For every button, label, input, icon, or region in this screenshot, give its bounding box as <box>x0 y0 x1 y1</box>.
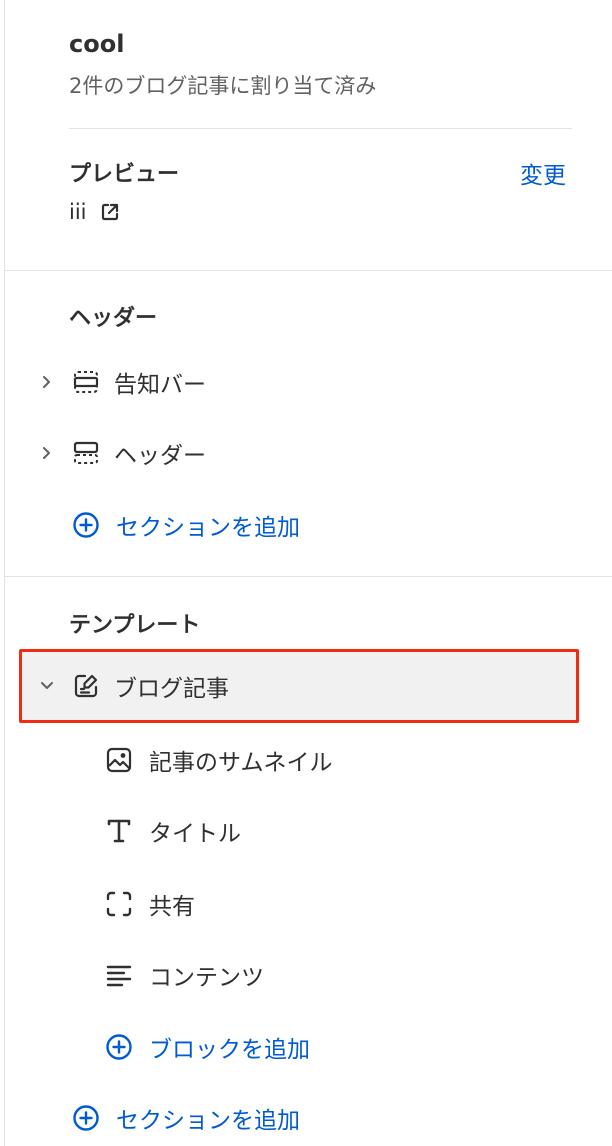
add-block-button[interactable]: ブロックを追加 <box>105 1027 310 1067</box>
blog-post-icon <box>72 672 100 700</box>
divider <box>4 270 612 271</box>
template-name: cool <box>69 30 125 58</box>
add-section-button-header[interactable]: セクションを追加 <box>72 505 300 545</box>
divider <box>69 128 572 129</box>
template-group-heading: テンプレート <box>69 613 201 638</box>
chevron-right-icon[interactable] <box>38 373 56 391</box>
add-section-button-template[interactable]: セクションを追加 <box>72 1098 300 1138</box>
external-link-icon[interactable] <box>99 201 121 223</box>
chevron-down-icon[interactable] <box>38 677 56 695</box>
add-section-label: セクションを追加 <box>116 515 300 541</box>
chevron-right-icon[interactable] <box>38 444 56 462</box>
add-section-label: セクションを追加 <box>116 1108 300 1134</box>
text-align-icon <box>105 961 133 989</box>
section-item-blog-post[interactable]: ブログ記事 <box>38 666 568 706</box>
block-item-label: タイトル <box>149 821 241 847</box>
header-group-heading: ヘッダー <box>69 306 158 331</box>
block-item-label: コンテンツ <box>149 965 264 991</box>
change-preview-link[interactable]: 変更 <box>520 156 566 190</box>
block-item-content[interactable]: コンテンツ <box>105 955 264 995</box>
preview-value-label: iii <box>69 200 87 224</box>
announcement-bar-icon <box>72 368 100 396</box>
image-icon <box>105 746 133 774</box>
preview-heading: プレビュー <box>69 162 180 187</box>
block-item-share[interactable]: 共有 <box>105 884 195 924</box>
add-block-label: ブロックを追加 <box>149 1037 310 1063</box>
section-item-header[interactable]: ヘッダー <box>38 433 578 473</box>
block-item-label: 記事のサムネイル <box>149 750 333 776</box>
share-icon <box>105 890 133 918</box>
template-assignment-text: 2件のブログ記事に割り当て済み <box>69 74 377 98</box>
block-item-label: 共有 <box>149 894 195 920</box>
plus-circle-icon <box>72 511 100 539</box>
plus-circle-icon <box>72 1104 100 1132</box>
section-item-announcement-bar[interactable]: 告知バー <box>38 362 578 402</box>
preview-value[interactable]: iii <box>69 200 121 224</box>
plus-circle-icon <box>105 1033 133 1061</box>
block-item-title[interactable]: タイトル <box>105 811 241 851</box>
header-layout-icon <box>72 439 100 467</box>
section-item-label: ヘッダー <box>114 443 206 469</box>
block-item-article-thumbnail[interactable]: 記事のサムネイル <box>105 740 333 780</box>
divider <box>4 576 612 577</box>
section-item-label: 告知バー <box>114 372 206 398</box>
text-icon <box>105 817 133 845</box>
section-item-label: ブログ記事 <box>114 676 229 702</box>
